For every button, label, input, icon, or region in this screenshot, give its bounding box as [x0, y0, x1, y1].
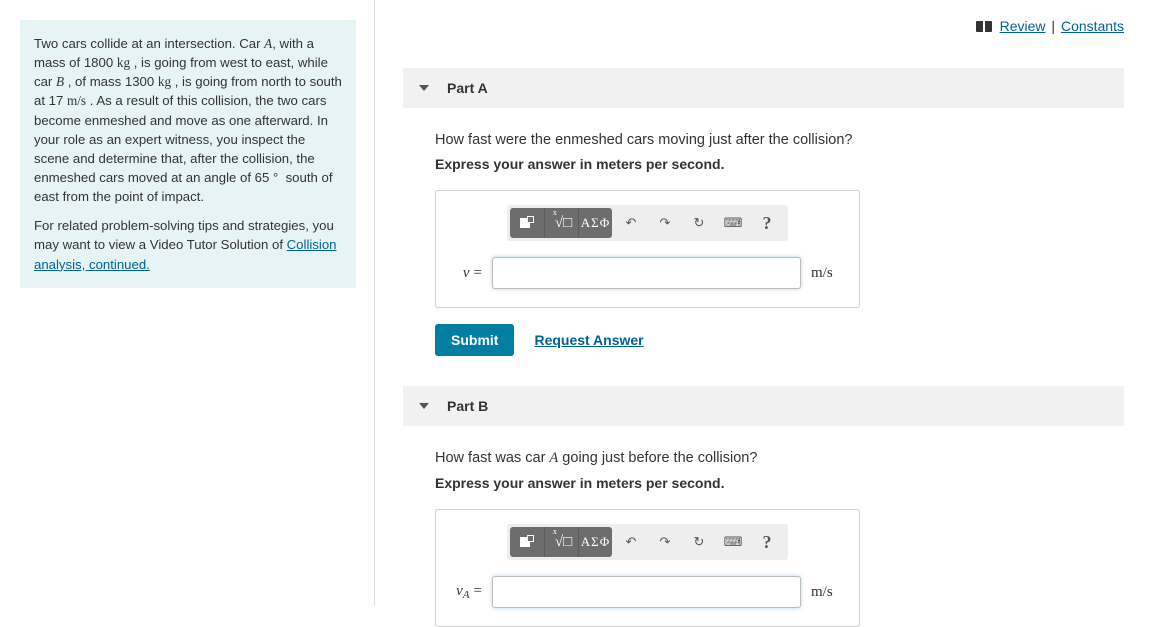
part-b-input[interactable] [492, 576, 801, 608]
undo-button[interactable]: ↶ [616, 527, 646, 557]
part-a-header[interactable]: Part A [403, 68, 1124, 108]
part-b-question: How fast was car A going just before the… [435, 450, 1108, 467]
template-icon [520, 535, 534, 549]
keyboard-button[interactable]: ⌨ [718, 527, 748, 557]
templates-button[interactable] [510, 527, 544, 557]
problem-statement: Two cars collide at an intersection. Car… [20, 20, 356, 288]
separator: | [1051, 18, 1055, 34]
part-b-variable: vA= [452, 583, 482, 601]
greek-button[interactable]: ΑΣΦ [578, 208, 612, 238]
part-b-unit: m/s [811, 584, 843, 601]
part-a-request-answer[interactable]: Request Answer [534, 332, 643, 348]
part-a: Part A How fast were the enmeshed cars m… [403, 68, 1124, 356]
context-column: Two cars collide at an intersection. Car… [0, 0, 375, 606]
review-link[interactable]: Review [1000, 18, 1046, 34]
part-a-actions: Submit Request Answer [435, 324, 1108, 356]
problem-text: Two cars collide at an intersection. Car… [34, 34, 342, 206]
equation-toolbar: x√□ ΑΣΦ ↶ ↷ ↻ ⌨ ? [450, 205, 845, 241]
part-a-unit: m/s [811, 265, 843, 282]
help-button[interactable]: ? [752, 527, 782, 557]
part-b-body: How fast was car A going just before the… [403, 426, 1124, 627]
root-button[interactable]: x√□ [544, 208, 578, 238]
chevron-down-icon [419, 403, 429, 409]
redo-button[interactable]: ↷ [650, 208, 680, 238]
constants-link[interactable]: Constants [1061, 18, 1124, 34]
part-a-question: How fast were the enmeshed cars moving j… [435, 132, 1108, 148]
redo-button[interactable]: ↷ [650, 527, 680, 557]
part-a-variable: v= [452, 265, 482, 282]
part-a-answer-row: v= m/s [450, 257, 845, 289]
root-button[interactable]: x√□ [544, 527, 578, 557]
top-links: Review | Constants [403, 18, 1124, 34]
part-b-title: Part B [447, 398, 488, 414]
undo-button[interactable]: ↶ [616, 208, 646, 238]
chevron-down-icon [419, 85, 429, 91]
templates-button[interactable] [510, 208, 544, 238]
reset-button[interactable]: ↻ [684, 527, 714, 557]
template-icon [520, 216, 534, 230]
part-a-answer-block: x√□ ΑΣΦ ↶ ↷ ↻ ⌨ ? v= m/s [435, 190, 860, 308]
part-a-title: Part A [447, 80, 488, 96]
part-b-answer-row: vA= m/s [450, 576, 845, 608]
answer-column: Review | Constants Part A How fast were … [375, 0, 1152, 606]
part-b-answer-block: x√□ ΑΣΦ ↶ ↷ ↻ ⌨ ? vA= m/s [435, 509, 860, 627]
hint-text: For related problem-solving tips and str… [34, 216, 342, 273]
part-b: Part B How fast was car A going just bef… [403, 386, 1124, 627]
part-a-submit-button[interactable]: Submit [435, 324, 514, 356]
part-b-instruction: Express your answer in meters per second… [435, 475, 1108, 491]
reset-button[interactable]: ↻ [684, 208, 714, 238]
help-button[interactable]: ? [752, 208, 782, 238]
greek-button[interactable]: ΑΣΦ [578, 527, 612, 557]
root-icon: x√□ [551, 533, 572, 551]
part-a-input[interactable] [492, 257, 801, 289]
part-a-body: How fast were the enmeshed cars moving j… [403, 108, 1124, 356]
part-b-header[interactable]: Part B [403, 386, 1124, 426]
part-a-instruction: Express your answer in meters per second… [435, 156, 1108, 172]
keyboard-button[interactable]: ⌨ [718, 208, 748, 238]
book-icon [976, 21, 992, 32]
root-icon: x√□ [551, 214, 572, 232]
equation-toolbar: x√□ ΑΣΦ ↶ ↷ ↻ ⌨ ? [450, 524, 845, 560]
